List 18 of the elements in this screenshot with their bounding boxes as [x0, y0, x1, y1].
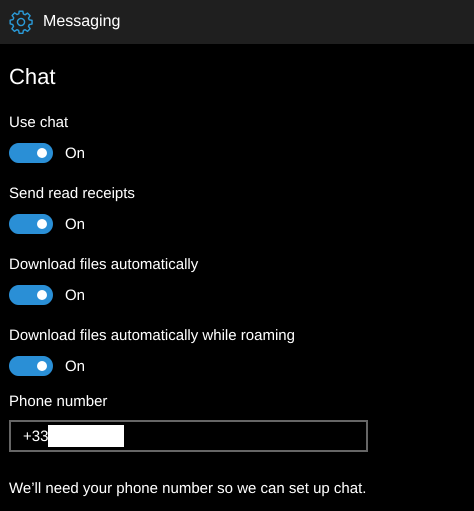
- setting-label: Send read receipts: [9, 184, 136, 204]
- toggle-state: On: [65, 144, 86, 162]
- field-label: Phone number: [9, 392, 108, 412]
- info-text: We’ll need your phone number so we can set up chat.: [9, 480, 368, 497]
- toggle-switch[interactable]: [9, 285, 53, 305]
- toggle-switch[interactable]: [9, 214, 53, 234]
- toggle-switch[interactable]: [9, 143, 53, 163]
- settings-icon: [8, 9, 34, 35]
- setting-label: Download files automatically: [9, 255, 200, 275]
- setting-label: Use chat: [9, 113, 70, 133]
- toggle-state: On: [65, 216, 86, 232]
- app-title: Messaging: [43, 13, 120, 31]
- phone-field[interactable]: +33: [9, 420, 368, 452]
- section-title: Chat: [9, 63, 56, 91]
- toggle-state: On: [65, 286, 86, 304]
- toggle-switch[interactable]: [9, 356, 53, 376]
- toggle-state: On: [65, 358, 86, 374]
- setting-label: Download files automatically while roaming: [9, 326, 296, 346]
